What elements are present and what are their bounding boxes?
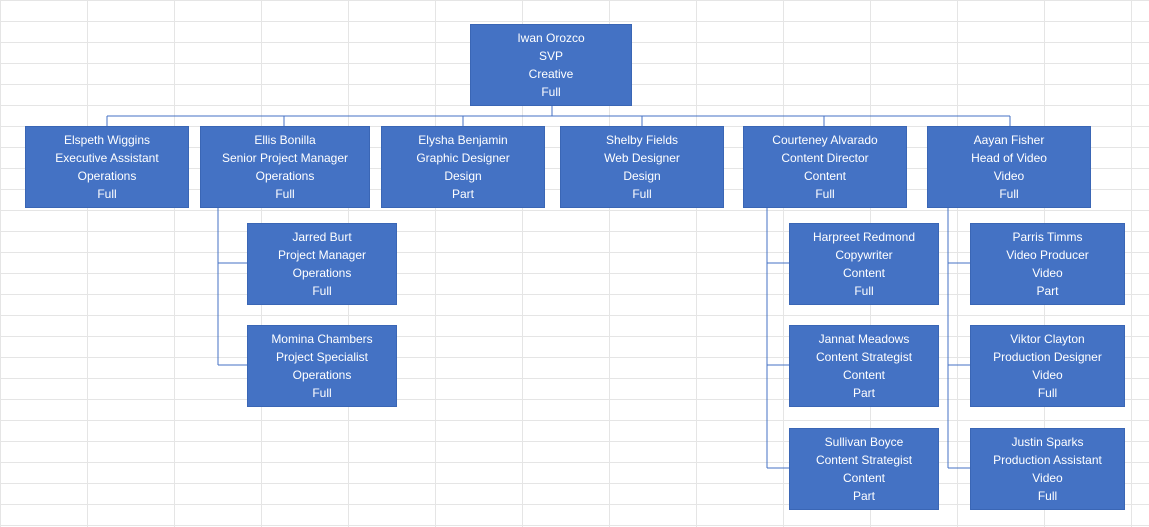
org-node-momina[interactable]: Momina Chambers Project Specialist Opera… — [247, 325, 397, 407]
node-dept: Content — [792, 469, 936, 487]
node-name: Harpreet Redmond — [792, 228, 936, 246]
node-title: Content Strategist — [792, 451, 936, 469]
node-status: Full — [930, 185, 1088, 203]
org-node-root[interactable]: Iwan Orozco SVP Creative Full — [470, 24, 632, 106]
node-dept: Video — [930, 167, 1088, 185]
org-node-jannat[interactable]: Jannat Meadows Content Strategist Conten… — [789, 325, 939, 407]
node-name: Sullivan Boyce — [792, 433, 936, 451]
node-title: Content Director — [746, 149, 904, 167]
node-dept: Operations — [28, 167, 186, 185]
node-title: Senior Project Manager — [203, 149, 367, 167]
node-title: Project Specialist — [250, 348, 394, 366]
node-status: Full — [563, 185, 721, 203]
node-dept: Video — [973, 264, 1122, 282]
node-name: Momina Chambers — [250, 330, 394, 348]
node-title: Content Strategist — [792, 348, 936, 366]
node-name: Viktor Clayton — [973, 330, 1122, 348]
org-node-sullivan[interactable]: Sullivan Boyce Content Strategist Conten… — [789, 428, 939, 510]
node-name: Iwan Orozco — [473, 29, 629, 47]
node-status: Full — [473, 83, 629, 101]
org-node-ellis[interactable]: Ellis Bonilla Senior Project Manager Ope… — [200, 126, 370, 208]
node-status: Full — [203, 185, 367, 203]
node-dept: Operations — [250, 366, 394, 384]
org-node-harpreet[interactable]: Harpreet Redmond Copywriter Content Full — [789, 223, 939, 305]
node-title: Head of Video — [930, 149, 1088, 167]
node-title: Copywriter — [792, 246, 936, 264]
node-name: Shelby Fields — [563, 131, 721, 149]
node-dept: Operations — [203, 167, 367, 185]
node-name: Justin Sparks — [973, 433, 1122, 451]
org-node-jarred[interactable]: Jarred Burt Project Manager Operations F… — [247, 223, 397, 305]
node-title: Production Assistant — [973, 451, 1122, 469]
node-name: Elspeth Wiggins — [28, 131, 186, 149]
node-status: Part — [973, 282, 1122, 300]
node-dept: Content — [792, 366, 936, 384]
node-status: Full — [250, 282, 394, 300]
node-status: Full — [792, 282, 936, 300]
node-dept: Content — [792, 264, 936, 282]
node-status: Full — [250, 384, 394, 402]
node-dept: Design — [563, 167, 721, 185]
node-name: Elysha Benjamin — [384, 131, 542, 149]
node-status: Full — [973, 384, 1122, 402]
spreadsheet-canvas: Iwan Orozco SVP Creative Full Elspeth Wi… — [0, 0, 1149, 527]
node-title: Production Designer — [973, 348, 1122, 366]
node-title: Web Designer — [563, 149, 721, 167]
node-title: Graphic Designer — [384, 149, 542, 167]
node-title: Video Producer — [973, 246, 1122, 264]
org-node-shelby[interactable]: Shelby Fields Web Designer Design Full — [560, 126, 724, 208]
node-name: Aayan Fisher — [930, 131, 1088, 149]
node-name: Jannat Meadows — [792, 330, 936, 348]
node-status: Full — [746, 185, 904, 203]
node-name: Ellis Bonilla — [203, 131, 367, 149]
node-status: Part — [792, 487, 936, 505]
org-node-parris[interactable]: Parris Timms Video Producer Video Part — [970, 223, 1125, 305]
node-status: Part — [792, 384, 936, 402]
node-title: SVP — [473, 47, 629, 65]
node-name: Jarred Burt — [250, 228, 394, 246]
node-dept: Operations — [250, 264, 394, 282]
node-dept: Video — [973, 469, 1122, 487]
node-status: Full — [973, 487, 1122, 505]
org-node-elspeth[interactable]: Elspeth Wiggins Executive Assistant Oper… — [25, 126, 189, 208]
org-node-elysha[interactable]: Elysha Benjamin Graphic Designer Design … — [381, 126, 545, 208]
org-node-viktor[interactable]: Viktor Clayton Production Designer Video… — [970, 325, 1125, 407]
node-name: Courteney Alvarado — [746, 131, 904, 149]
node-title: Project Manager — [250, 246, 394, 264]
node-name: Parris Timms — [973, 228, 1122, 246]
node-status: Full — [28, 185, 186, 203]
node-dept: Design — [384, 167, 542, 185]
org-node-justin[interactable]: Justin Sparks Production Assistant Video… — [970, 428, 1125, 510]
org-node-aayan[interactable]: Aayan Fisher Head of Video Video Full — [927, 126, 1091, 208]
node-dept: Creative — [473, 65, 629, 83]
node-dept: Video — [973, 366, 1122, 384]
node-dept: Content — [746, 167, 904, 185]
node-status: Part — [384, 185, 542, 203]
node-title: Executive Assistant — [28, 149, 186, 167]
org-node-courteney[interactable]: Courteney Alvarado Content Director Cont… — [743, 126, 907, 208]
